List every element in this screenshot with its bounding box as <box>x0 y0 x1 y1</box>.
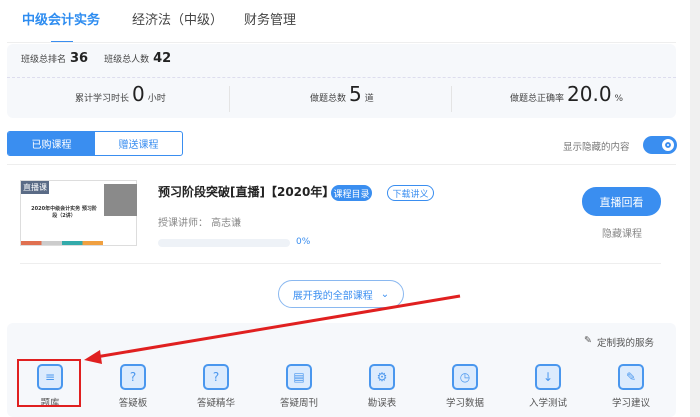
annotation-box <box>17 359 81 407</box>
annotation-overlay <box>17 294 461 407</box>
arrow-head <box>84 350 102 364</box>
annotation-arrow <box>95 294 461 359</box>
